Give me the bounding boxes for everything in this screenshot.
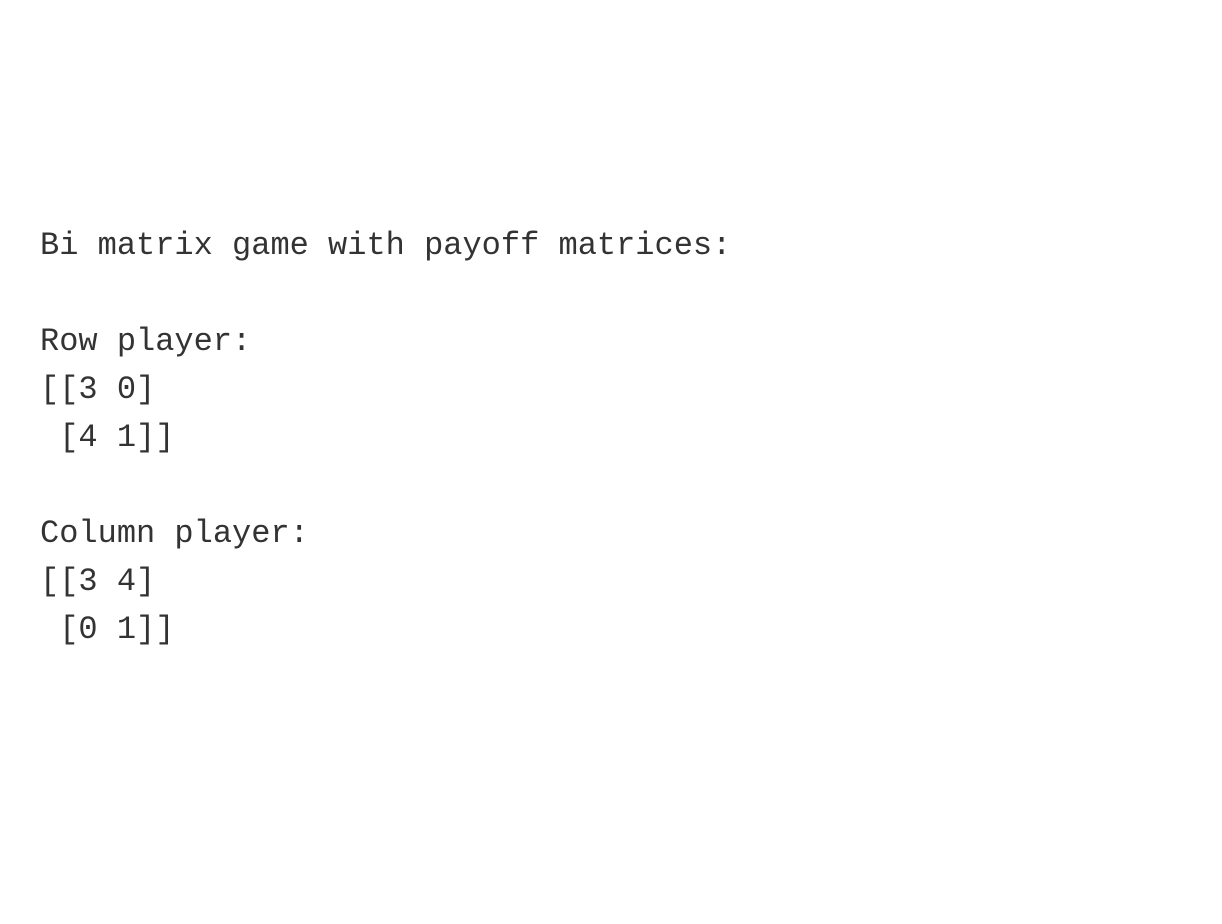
column-player-matrix-row-0: [[3 4]	[40, 563, 155, 600]
title-line: Bi matrix game with payoff matrices:	[40, 227, 731, 264]
column-player-matrix-row-1: [0 1]]	[40, 611, 174, 648]
row-player-label: Row player:	[40, 323, 251, 360]
column-player-label: Column player:	[40, 515, 309, 552]
row-player-matrix-row-1: [4 1]]	[40, 419, 174, 456]
code-output: Bi matrix game with payoff matrices: Row…	[40, 222, 1182, 654]
row-player-matrix-row-0: [[3 0]	[40, 371, 155, 408]
